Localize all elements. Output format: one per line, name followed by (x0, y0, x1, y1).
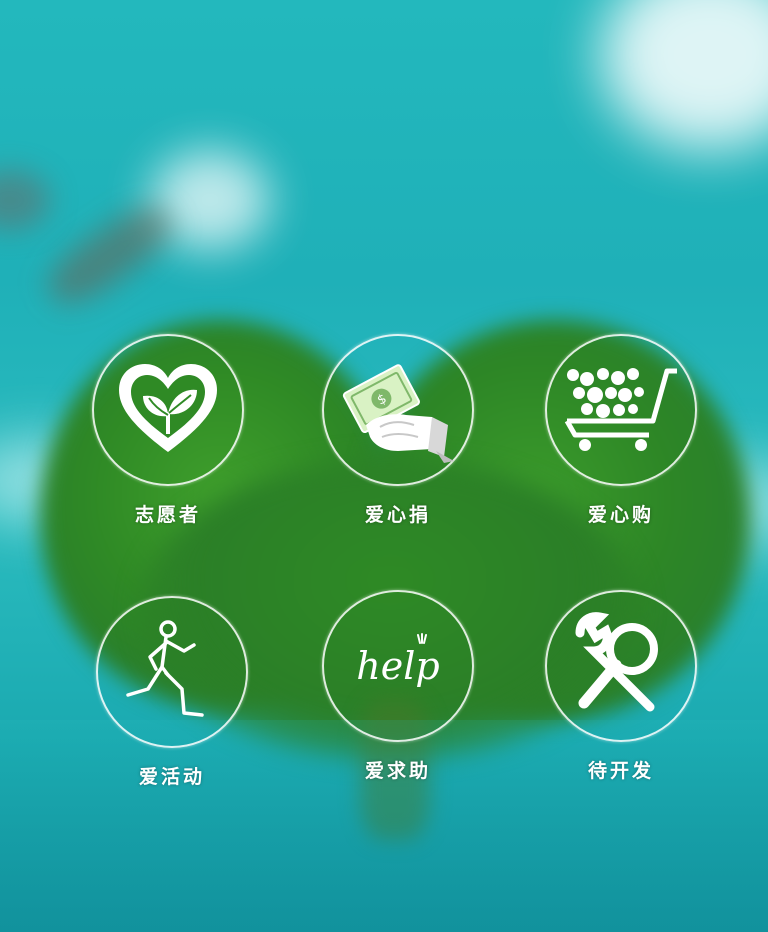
donate-hand-icon: $ (342, 364, 454, 463)
volunteer-menu-item[interactable]: 志愿者 (88, 334, 248, 527)
charity-shop-button[interactable] (545, 334, 697, 486)
cloud (600, 0, 768, 150)
shopping-cart-icon (564, 368, 677, 451)
coming-soon-menu-item[interactable]: 待开发 (541, 590, 701, 783)
help-button[interactable]: help (322, 590, 474, 742)
donate-label: 爱心捐 (364, 504, 431, 526)
volunteer-button[interactable] (92, 334, 244, 486)
activities-menu-item[interactable]: 爱活动 (92, 596, 252, 789)
tools-icon (575, 612, 658, 712)
help-text: help (356, 644, 439, 688)
activities-button[interactable] (96, 596, 248, 748)
bird-shape (38, 194, 182, 316)
charity-shop-menu-item[interactable]: 爱心购 (541, 334, 701, 527)
runner-icon (126, 620, 204, 717)
help-label: 爱求助 (364, 760, 431, 782)
coming-soon-label: 待开发 (587, 760, 654, 782)
coming-soon-button[interactable] (545, 590, 697, 742)
charity-shop-label: 爱心购 (587, 504, 654, 526)
volunteer-label: 志愿者 (134, 504, 201, 526)
donate-menu-item[interactable]: $ 爱心捐 (318, 334, 478, 527)
help-menu-item[interactable]: help 爱求助 (318, 590, 478, 783)
help-icon: help (356, 633, 440, 688)
activities-label: 爱活动 (138, 766, 205, 788)
bird-shape (0, 170, 50, 230)
donate-button[interactable]: $ (322, 334, 474, 486)
heart-sprout-icon (119, 364, 217, 452)
